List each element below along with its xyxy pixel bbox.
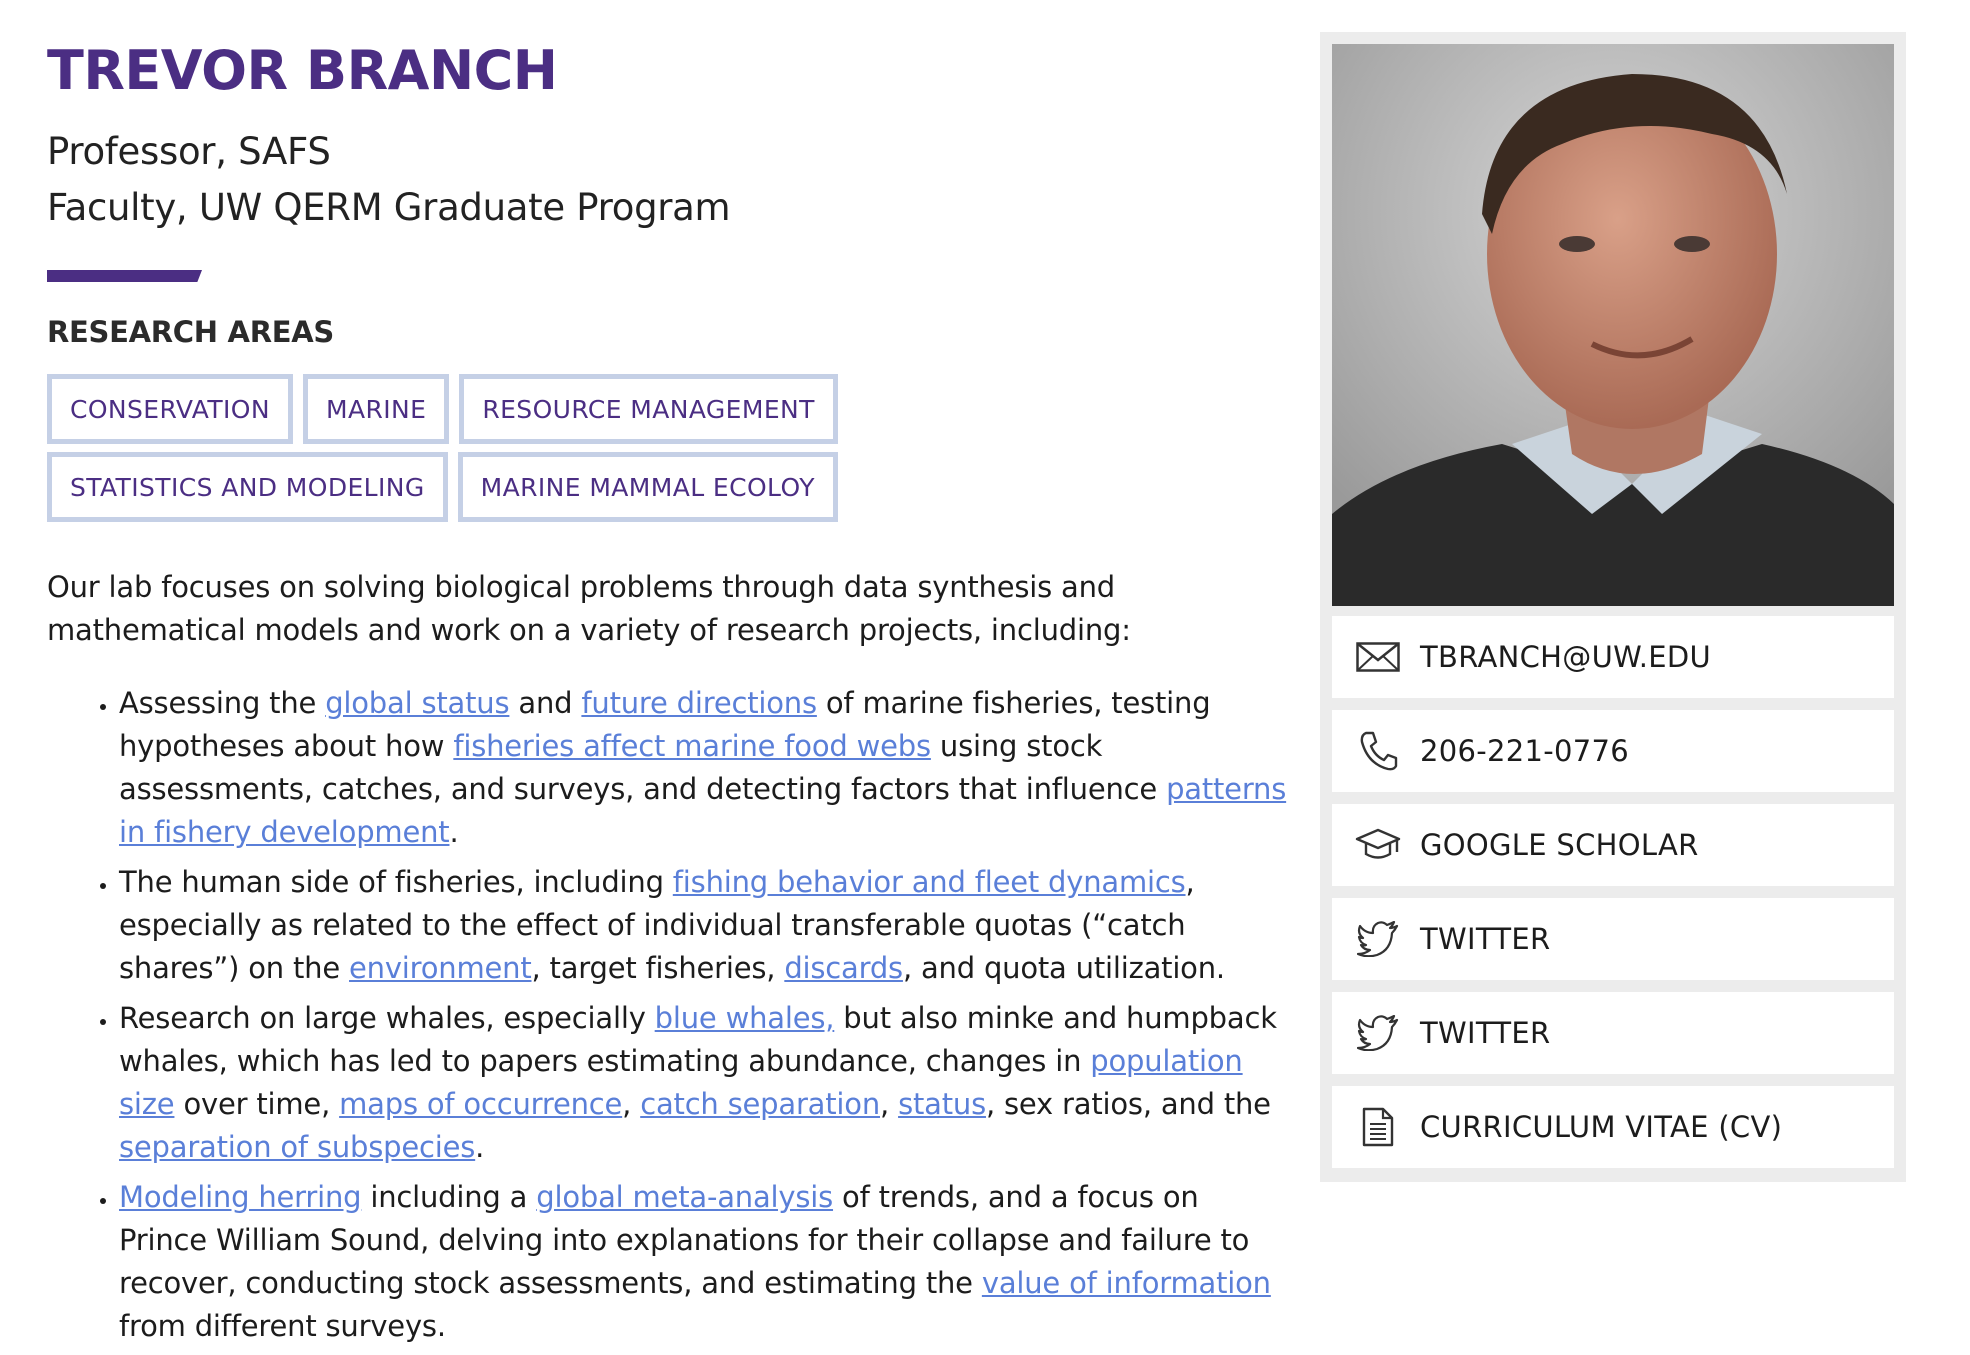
profile-page: TREVOR BRANCH Professor, SAFS Faculty, U… [0, 0, 1970, 1346]
research-link[interactable]: maps of occurrence [339, 1087, 622, 1121]
research-link[interactable]: discards [784, 951, 903, 985]
document-icon [1354, 1105, 1402, 1149]
contact-cv[interactable]: CURRICULUM VITAE (CV) [1332, 1086, 1894, 1168]
research-project-item: The human side of fisheries, including f… [119, 861, 1289, 990]
tag-marine-mammal-ecology[interactable]: MARINE MAMMAL ECOLOY [457, 452, 838, 522]
research-projects-list: Assessing the global status and future d… [47, 682, 1289, 1348]
bullet-text: including a [361, 1180, 537, 1214]
contact-google-scholar-label: GOOGLE SCHOLAR [1420, 828, 1699, 862]
research-link[interactable]: global status [325, 686, 509, 720]
contact-google-scholar[interactable]: GOOGLE SCHOLAR [1332, 804, 1894, 886]
bullet-text: Research on large whales, especially [119, 1001, 655, 1035]
graduation-cap-icon [1354, 823, 1402, 867]
contact-phone[interactable]: 206-221-0776 [1332, 710, 1894, 792]
envelope-icon [1354, 635, 1402, 679]
bullet-text: and [509, 686, 582, 720]
research-link[interactable]: blue whales, [655, 1001, 835, 1035]
research-link[interactable]: value of information [982, 1266, 1271, 1300]
research-link[interactable]: Modeling herring [119, 1180, 362, 1214]
research-link[interactable]: status [898, 1087, 986, 1121]
bullet-text: , [880, 1087, 899, 1121]
tag-marine[interactable]: MARINE [303, 374, 450, 444]
bullet-text: The human side of fisheries, including [119, 865, 673, 899]
contact-email-label: TBRANCH@UW.EDU [1420, 640, 1712, 674]
contact-cv-label: CURRICULUM VITAE (CV) [1420, 1110, 1783, 1144]
bullet-text: , target fisheries, [531, 951, 785, 985]
portrait-illustration [1332, 44, 1894, 606]
research-link[interactable]: separation of subspecies [119, 1130, 475, 1164]
research-link[interactable]: fishing behavior and fleet dynamics [673, 865, 1186, 899]
bullet-text: , [622, 1087, 641, 1121]
profile-photo [1332, 44, 1894, 606]
research-project-item: Research on large whales, especially blu… [119, 997, 1289, 1169]
twitter-bird-icon [1354, 1011, 1402, 1055]
tag-statistics-and-modeling[interactable]: STATISTICS AND MODELING [47, 452, 448, 522]
research-area-tags: CONSERVATION MARINE RESOURCE MANAGEMENT … [47, 374, 1247, 530]
bullet-text: , sex ratios, and the [985, 1087, 1271, 1121]
phone-icon [1354, 729, 1402, 773]
tag-conservation[interactable]: CONSERVATION [47, 374, 293, 444]
intro-paragraph: Our lab focuses on solving biological pr… [47, 570, 1131, 647]
title-line-1: Professor, SAFS [47, 130, 331, 173]
contact-twitter-2[interactable]: TWITTER [1332, 992, 1894, 1074]
contact-sidebar: TBRANCH@UW.EDU 206-221-0776 GOOGLE SCHOL… [1320, 32, 1906, 1182]
twitter-bird-icon [1354, 917, 1402, 961]
bullet-text: from different surveys. [119, 1309, 446, 1343]
profile-name: TREVOR BRANCH [47, 39, 558, 102]
title-line-2: Faculty, UW QERM Graduate Program [47, 186, 731, 229]
research-link[interactable]: environment [349, 951, 532, 985]
research-link[interactable]: fisheries affect marine food webs [453, 729, 931, 763]
bullet-text: . [449, 815, 459, 849]
research-link[interactable]: catch separation [640, 1087, 880, 1121]
research-link[interactable]: future directions [581, 686, 817, 720]
contact-twitter-label-2: TWITTER [1420, 1016, 1551, 1050]
bullet-text: . [475, 1130, 485, 1164]
bullet-text: , and quota utilization. [902, 951, 1225, 985]
accent-rule [47, 270, 202, 282]
contact-twitter-label-1: TWITTER [1420, 922, 1551, 956]
bullet-text: over time, [174, 1087, 340, 1121]
research-areas-heading: RESEARCH AREAS [47, 315, 334, 349]
contact-twitter-1[interactable]: TWITTER [1332, 898, 1894, 980]
research-project-item: Assessing the global status and future d… [119, 682, 1289, 854]
research-project-item: Modeling herring including a global meta… [119, 1176, 1289, 1348]
research-link[interactable]: global meta-analysis [536, 1180, 833, 1214]
tag-resource-management[interactable]: RESOURCE MANAGEMENT [459, 374, 838, 444]
bullet-text: Assessing the [119, 686, 326, 720]
profile-titles: Professor, SAFS Faculty, UW QERM Graduat… [47, 124, 1247, 236]
contact-email[interactable]: TBRANCH@UW.EDU [1332, 616, 1894, 698]
profile-main: TREVOR BRANCH Professor, SAFS Faculty, U… [47, 34, 1286, 1355]
contact-phone-label: 206-221-0776 [1420, 734, 1630, 768]
